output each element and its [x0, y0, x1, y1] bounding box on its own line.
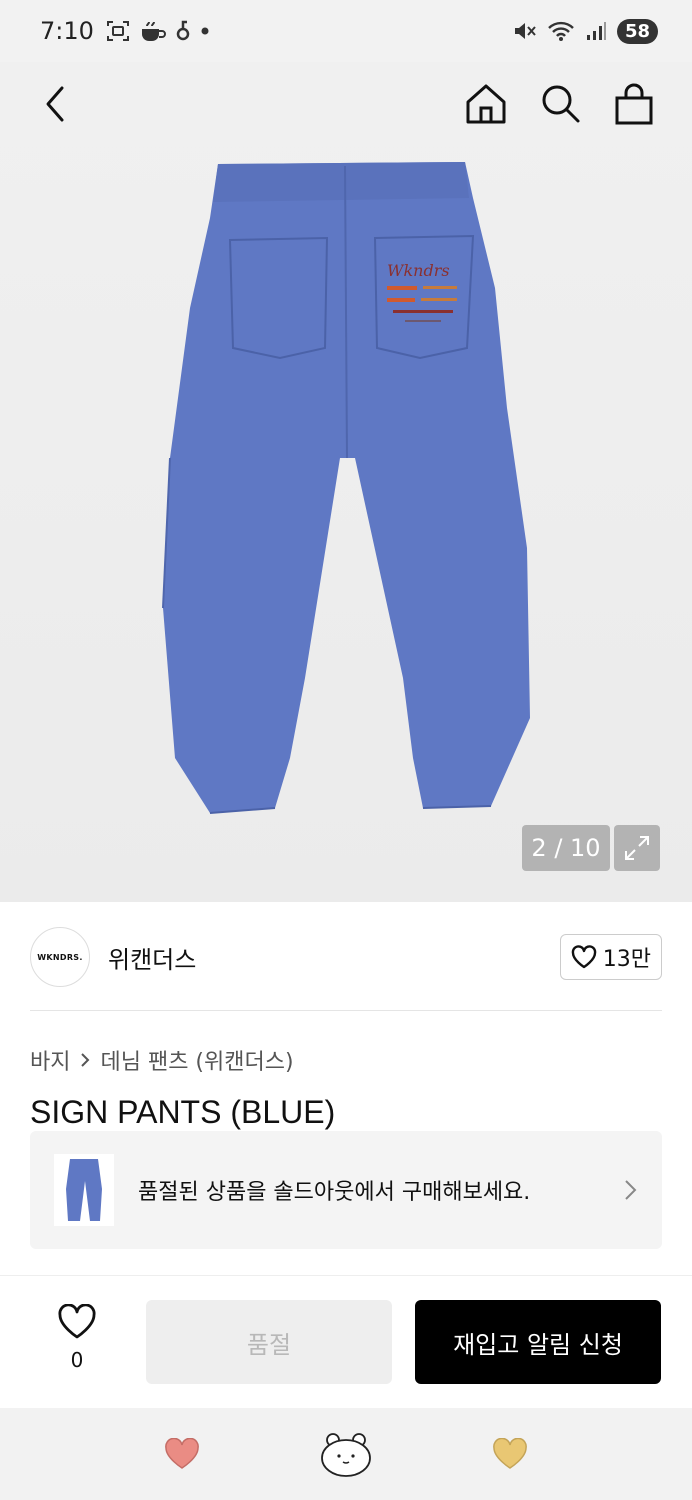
brand-logo[interactable]: WKNDRS.	[30, 927, 90, 987]
wish-button[interactable]: 0	[52, 1303, 102, 1372]
divider	[30, 1010, 662, 1011]
chevron-right-icon	[625, 1180, 637, 1200]
dot-icon	[201, 27, 209, 35]
product-title: SIGN PANTS (BLUE)	[30, 1094, 336, 1130]
tab-heart-pink[interactable]	[155, 1427, 209, 1481]
soldout-button: 품절	[146, 1300, 392, 1384]
breadcrumb-category[interactable]: 바지	[30, 1044, 70, 1076]
soldout-banner-text: 품절된 상품을 솔드아웃에서 구매해보세요.	[138, 1180, 531, 1205]
product-image-gallery[interactable]: Wkndrs 2 / 10	[0, 62, 692, 902]
home-icon[interactable]	[464, 82, 508, 126]
wish-count: 0	[70, 1348, 84, 1372]
soldout-banner[interactable]: 품절된 상품을 솔드아웃에서 구매해보세요.	[30, 1131, 662, 1249]
gallery-page-indicator: 2 / 10	[522, 825, 610, 871]
signal-icon	[586, 22, 606, 40]
heart-icon	[58, 1303, 96, 1339]
heart-icon	[165, 1438, 199, 1469]
heart-icon	[493, 1438, 527, 1469]
bottom-tab-bar	[0, 1408, 692, 1500]
brand-like-count: 13만	[602, 947, 651, 972]
shopping-bag-icon[interactable]	[612, 82, 656, 126]
wifi-icon	[548, 21, 574, 41]
breadcrumb-subcategory[interactable]: 데님 팬츠 (위캔더스)	[100, 1044, 293, 1076]
battery-indicator: 58	[616, 18, 658, 44]
search-icon[interactable]	[538, 82, 582, 126]
tab-bear[interactable]	[319, 1427, 373, 1481]
action-bar: 0 품절 재입고 알림 신청	[0, 1300, 692, 1384]
status-time: 7:10	[40, 17, 94, 45]
divider	[0, 1275, 692, 1276]
expand-icon	[625, 836, 649, 860]
status-bar: 7:10 58	[0, 0, 692, 62]
cup-icon	[141, 21, 166, 41]
svg-text:Wkndrs: Wkndrs	[387, 261, 450, 280]
brand-row[interactable]: WKNDRS. 위캔더스 13만	[30, 922, 662, 992]
brand-name[interactable]: 위캔더스	[108, 940, 196, 975]
brand-like-button[interactable]: 13만	[559, 934, 662, 980]
expand-image-button[interactable]	[614, 825, 660, 871]
product-image: Wkndrs	[162, 162, 530, 814]
heart-icon	[571, 945, 596, 969]
bear-icon	[321, 1433, 371, 1477]
app-icon	[176, 20, 190, 41]
mute-icon	[514, 23, 536, 39]
back-icon[interactable]	[36, 84, 76, 124]
soldout-thumbnail	[54, 1154, 114, 1226]
restock-alert-button[interactable]: 재입고 알림 신청	[415, 1300, 661, 1384]
breadcrumb: 바지 데님 팬츠 (위캔더스)	[30, 1044, 294, 1076]
tab-heart-yellow[interactable]	[483, 1427, 537, 1481]
chevron-right-icon	[81, 1053, 90, 1067]
screenshot-icon	[106, 21, 129, 41]
